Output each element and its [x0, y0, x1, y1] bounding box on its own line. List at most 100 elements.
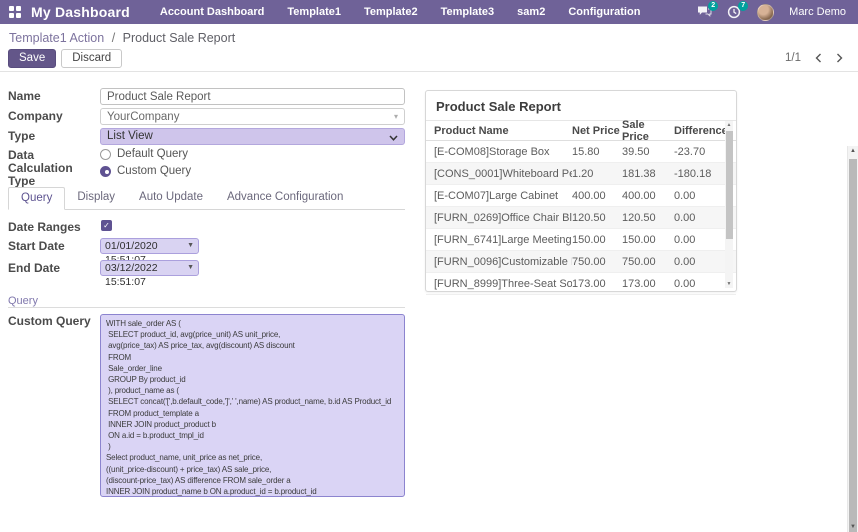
value-cell: -180.18 [674, 168, 722, 180]
value-cell: 120.50 [622, 212, 674, 224]
start-date-label: Start Date [8, 240, 94, 253]
value-cell: 39.50 [622, 146, 674, 158]
value-cell: 0.00 [674, 190, 722, 202]
pager-next-icon[interactable] [836, 53, 843, 63]
breadcrumb-current: Product Sale Report [123, 31, 236, 45]
datepicker-caret-icon[interactable]: ▼ [187, 261, 194, 275]
name-label: Name [8, 90, 94, 103]
type-select-value: List View [107, 130, 153, 142]
radio-option-label: Custom Query [117, 165, 191, 177]
end-date-label: End Date [8, 262, 94, 275]
menu-item-template2[interactable]: Template2 [364, 6, 418, 18]
radio-unchecked-icon[interactable] [100, 149, 111, 160]
table-row: [FURN_8999]Three-Seat Sofa173.00173.000.… [426, 273, 736, 295]
activities-clock-icon[interactable]: 7 [727, 5, 742, 19]
type-select[interactable]: List View [100, 128, 405, 145]
product-name-cell: [FURN_0096]Customizable Desk [434, 256, 572, 268]
scroll-down-icon[interactable]: ▼ [848, 524, 858, 530]
value-cell: 181.38 [622, 168, 674, 180]
value-cell: 15.80 [572, 146, 622, 158]
table-row: [FURN_0096]Customizable Desk750.00750.00… [426, 251, 736, 273]
column-header-difference: Difference [674, 125, 722, 137]
tab-query[interactable]: Query [8, 187, 65, 210]
table-row: [E-COM08]Storage Box15.8039.50-23.70 [426, 141, 736, 163]
company-label: Company [8, 110, 94, 123]
custom-query-label: Custom Query [8, 315, 94, 328]
section-divider [8, 307, 405, 308]
product-name-cell: [FURN_6741]Large Meeting Table [434, 234, 572, 246]
radio-option-default-query[interactable]: Default Query [100, 148, 188, 160]
scroll-up-icon[interactable]: ▲ [848, 148, 858, 154]
activities-count-badge: 7 [738, 1, 748, 11]
name-input[interactable] [100, 88, 405, 105]
date-ranges-label: Date Ranges [8, 221, 94, 234]
messages-icon[interactable]: 2 [697, 5, 712, 19]
radio-option-label: Default Query [117, 148, 188, 160]
save-button[interactable]: Save [8, 49, 56, 68]
tab-auto-update[interactable]: Auto Update [127, 187, 215, 209]
pager-count: 1/1 [785, 52, 801, 64]
value-cell: 173.00 [622, 278, 674, 290]
user-avatar[interactable] [757, 4, 774, 21]
value-cell: 150.00 [622, 234, 674, 246]
page-scrollbar[interactable]: ▲ ▼ [847, 146, 858, 532]
value-cell: 173.00 [572, 278, 622, 290]
column-header-net-price: Net Price [572, 125, 622, 137]
notebook-tabs: Query Display Auto Update Advance Config… [8, 187, 405, 210]
date-ranges-checkbox[interactable]: ✓ [101, 220, 112, 231]
datepicker-caret-icon[interactable]: ▼ [187, 239, 194, 253]
custom-query-textarea[interactable]: WITH sale_order AS ( SELECT product_id, … [100, 314, 405, 497]
table-row: [E-COM07]Large Cabinet400.00400.000.00 [426, 185, 736, 207]
app-brand[interactable]: My Dashboard [31, 4, 130, 20]
table-header-row: Product Name Net Price Sale Price Differ… [426, 121, 736, 141]
product-name-cell: [FURN_0269]Office Chair Black [434, 212, 572, 224]
control-panel: Template1 Action / Product Sale Report S… [0, 24, 858, 72]
radio-checked-icon[interactable] [100, 166, 111, 177]
table-row: [CONS_0001]Whiteboard Pen1.20181.38-180.… [426, 163, 736, 185]
menu-item-template3[interactable]: Template3 [441, 6, 495, 18]
scroll-down-icon[interactable]: ▼ [725, 281, 733, 287]
discard-button[interactable]: Discard [61, 49, 122, 68]
menu-item-configuration[interactable]: Configuration [568, 6, 640, 18]
value-cell: 0.00 [674, 234, 722, 246]
table-scrollbar-thumb[interactable] [726, 131, 733, 239]
value-cell: 750.00 [572, 256, 622, 268]
pager-previous-icon[interactable] [815, 53, 822, 63]
column-header-sale-price: Sale Price [622, 119, 674, 143]
messages-count-badge: 2 [708, 1, 718, 11]
page-scrollbar-thumb[interactable] [849, 159, 857, 532]
value-cell: 400.00 [622, 190, 674, 202]
start-date-input[interactable]: 01/01/2020 15:51:07 ▼ [100, 238, 199, 254]
scroll-up-icon[interactable]: ▲ [725, 122, 733, 128]
value-cell: -23.70 [674, 146, 722, 158]
tab-display[interactable]: Display [65, 187, 127, 209]
table-scrollbar[interactable]: ▲ ▼ [725, 121, 733, 288]
top-navbar: My Dashboard Account Dashboard Template1… [0, 0, 858, 24]
menu-item-account-dashboard[interactable]: Account Dashboard [160, 6, 265, 18]
table-row: [FURN_0269]Office Chair Black120.50120.5… [426, 207, 736, 229]
value-cell: 1.20 [572, 168, 622, 180]
breadcrumb-parent-link[interactable]: Template1 Action [9, 31, 104, 45]
form-sheet: Name Company ▾ Type List View Data Calcu… [0, 73, 858, 532]
data-calculation-type-label: Data Calculation Type [8, 149, 88, 188]
menu-item-sam2[interactable]: sam2 [517, 6, 545, 18]
radio-option-custom-query[interactable]: Custom Query [100, 165, 191, 177]
breadcrumb-separator: / [112, 31, 115, 45]
value-cell: 0.00 [674, 212, 722, 224]
product-name-cell: [E-COM07]Large Cabinet [434, 190, 572, 202]
column-header-product-name: Product Name [434, 125, 572, 137]
user-name[interactable]: Marc Demo [789, 6, 846, 18]
type-label: Type [8, 130, 94, 143]
main-menu: Account Dashboard Template1 Template2 Te… [160, 6, 641, 18]
table-row: [FURN_6741]Large Meeting Table150.00150.… [426, 229, 736, 251]
value-cell: 150.00 [572, 234, 622, 246]
company-input[interactable] [100, 108, 405, 125]
apps-grid-icon[interactable] [9, 6, 21, 18]
query-section-title: Query [8, 295, 38, 307]
tab-advance-configuration[interactable]: Advance Configuration [215, 187, 355, 209]
menu-item-template1[interactable]: Template1 [287, 6, 341, 18]
breadcrumb: Template1 Action / Product Sale Report [9, 31, 235, 45]
report-title: Product Sale Report [426, 91, 736, 121]
report-table-body: [E-COM08]Storage Box15.8039.50-23.70[CON… [426, 141, 736, 295]
end-date-input[interactable]: 03/12/2022 15:51:07 ▼ [100, 260, 199, 276]
